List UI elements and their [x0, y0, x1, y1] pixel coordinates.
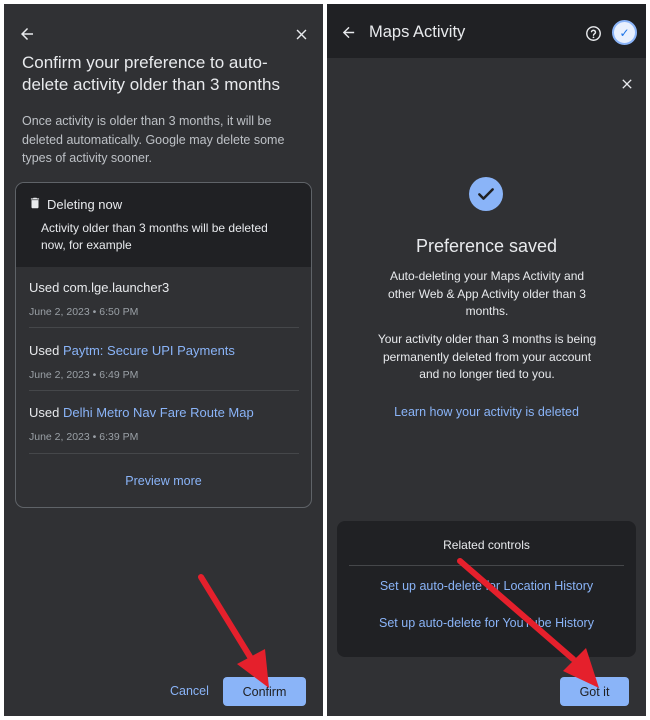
- preference-saved-screen: Maps Activity ✓ Preference saved Auto-de…: [327, 4, 646, 716]
- avatar[interactable]: ✓: [612, 20, 637, 45]
- dialog-description: Once activity is older than 3 months, it…: [22, 114, 285, 165]
- arrow-back-icon: [342, 26, 354, 38]
- close-icon: [622, 79, 632, 89]
- cancel-button[interactable]: Cancel: [170, 684, 209, 698]
- help-icon: [585, 25, 601, 41]
- divider: [349, 565, 624, 566]
- back-button[interactable]: [337, 21, 359, 43]
- confirm-button[interactable]: Confirm: [223, 677, 306, 706]
- activity-app-link[interactable]: Delhi Metro Nav Fare Route Map: [63, 405, 254, 420]
- card-header-description: Activity older than 3 months will be del…: [41, 221, 268, 252]
- activity-item[interactable]: Used com.lge.launcher3 June 2, 2023 • 6:…: [29, 280, 299, 318]
- close-icon: [296, 29, 306, 39]
- confirmation-text: Auto-deleting your Maps Activity and oth…: [388, 269, 586, 318]
- activity-title: Used com.lge.launcher3: [29, 280, 170, 295]
- activity-title: Used Delhi Metro Nav Fare Route Map: [29, 405, 254, 420]
- success-check-badge: [469, 177, 503, 211]
- app-title: Maps Activity: [369, 23, 466, 41]
- divider: [29, 453, 299, 454]
- activity-item[interactable]: Used Paytm: Secure UPI Payments June 2, …: [29, 343, 299, 381]
- related-controls-title: Related controls: [443, 538, 530, 552]
- help-button[interactable]: [583, 23, 603, 43]
- dialog-title: Confirm your preference to auto-delete a…: [22, 53, 280, 94]
- deleting-now-card: Deleting now Activity older than 3 month…: [15, 182, 312, 508]
- close-button[interactable]: [616, 73, 638, 95]
- activity-date: June 2, 2023 • 6:50 PM: [29, 306, 139, 318]
- close-button[interactable]: [289, 22, 313, 46]
- learn-more-link[interactable]: Learn how your activity is deleted: [327, 405, 646, 419]
- got-it-button[interactable]: Got it: [560, 677, 629, 706]
- activity-app-link[interactable]: Paytm: Secure UPI Payments: [63, 343, 235, 358]
- card-header: Deleting now Activity older than 3 month…: [16, 183, 311, 267]
- activity-item[interactable]: Used Delhi Metro Nav Fare Route Map June…: [29, 405, 299, 443]
- deletion-info-text: Your activity older than 3 months is bei…: [377, 332, 597, 381]
- divider: [29, 327, 299, 328]
- page-heading: Preference saved: [415, 236, 558, 256]
- trash-icon: [30, 197, 40, 209]
- card-header-title: Deleting now: [47, 197, 123, 212]
- avatar-initials-icon: ✓: [619, 25, 630, 40]
- location-history-autodelete-link[interactable]: Set up auto-delete for Location History: [337, 579, 636, 593]
- activity-title: Used Paytm: Secure UPI Payments: [29, 343, 235, 358]
- activity-date: June 2, 2023 • 6:49 PM: [29, 369, 139, 381]
- arrow-back-icon: [21, 28, 33, 40]
- back-button[interactable]: [15, 22, 39, 46]
- confirm-auto-delete-dialog: Confirm your preference to auto-delete a…: [4, 4, 323, 716]
- related-controls-card: Related controls Set up auto-delete for …: [337, 521, 636, 657]
- preview-more-link[interactable]: Preview more: [16, 474, 311, 488]
- activity-date: June 2, 2023 • 6:39 PM: [29, 431, 139, 443]
- check-icon: [478, 188, 494, 200]
- app-bar: Maps Activity ✓: [327, 4, 646, 58]
- divider: [29, 390, 299, 391]
- youtube-history-autodelete-link[interactable]: Set up auto-delete for YouTube History: [337, 616, 636, 630]
